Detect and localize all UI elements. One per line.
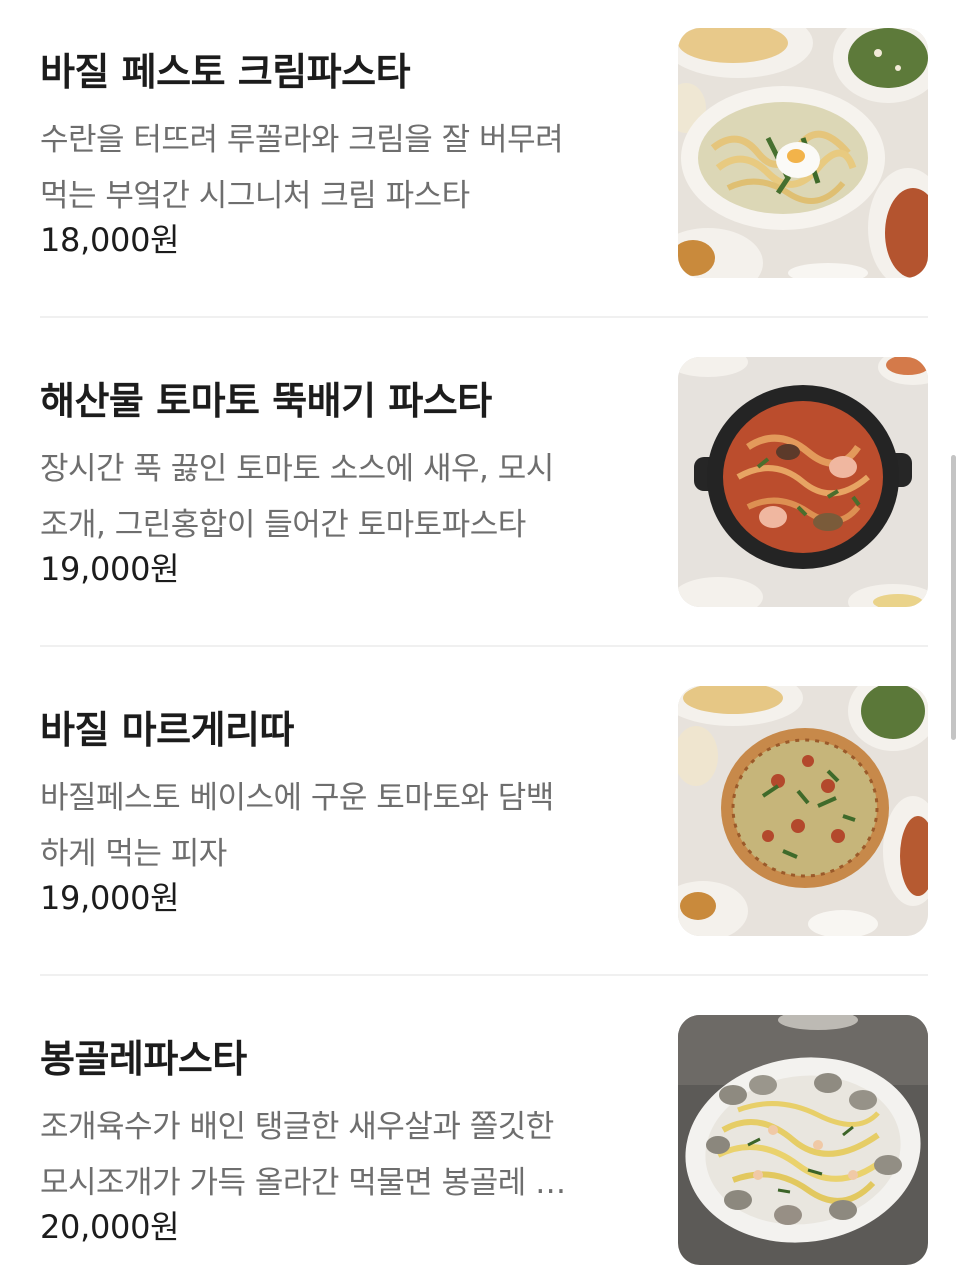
menu-item-image[interactable] [678,1015,928,1265]
menu-item-basil-margherita[interactable]: 바질 마르게리따 바질페스토 베이스에 구운 토마토와 담백 하게 먹는 피자 … [40,686,928,938]
basil-margherita-pizza-photo [678,686,928,936]
menu-item-image[interactable] [678,686,928,936]
menu-item-description-line: 조개육수가 배인 탱글한 새우살과 쫄깃한 [40,1109,554,1145]
menu-item-name: 바질 마르게리따 [40,708,294,752]
menu-item-image[interactable] [678,357,928,607]
menu-item-description-line: 조개, 그린홍합이 들어간 토마토파스타 [40,507,526,543]
divider [40,974,928,976]
vongole-pasta-photo [678,1015,928,1265]
menu-item-description-line: 바질페스토 베이스에 구운 토마토와 담백 [40,780,554,816]
menu-item-price: 18,000원 [40,221,180,259]
menu-item-vongole-pasta[interactable]: 봉골레파스타 조개육수가 배인 탱글한 새우살과 쫄깃한 모시조개가 가득 올라… [40,1015,928,1267]
menu-item-price: 20,000원 [40,1208,180,1246]
menu-item-description: 수란을 터뜨려 루꼴라와 크림을 잘 버무려 먹는 부엌간 시그니처 크림 파스… [40,112,660,224]
menu-item-basil-pesto-cream-pasta[interactable]: 바질 페스토 크림파스타 수란을 터뜨려 루꼴라와 크림을 잘 버무려 먹는 부… [40,28,928,280]
menu-item-name: 해산물 토마토 뚝배기 파스타 [40,379,492,423]
menu-item-price: 19,000원 [40,879,180,917]
menu-item-seafood-tomato-pasta[interactable]: 해산물 토마토 뚝배기 파스타 장시간 푹 끓인 토마토 소스에 새우, 모시 … [40,357,928,609]
menu-item-description-line: 수란을 터뜨려 루꼴라와 크림을 잘 버무려 [40,122,564,158]
menu-item-description-line: 장시간 푹 끓인 토마토 소스에 새우, 모시 [40,451,554,487]
menu-item-description-line: 하게 먹는 피자 [40,836,227,872]
menu-item-description: 조개육수가 배인 탱글한 새우살과 쫄깃한 모시조개가 가득 올라간 먹물면 봉… [40,1099,660,1211]
menu-item-image[interactable] [678,28,928,278]
seafood-tomato-pasta-photo [678,357,928,607]
menu-item-name: 봉골레파스타 [40,1037,247,1081]
divider [40,316,928,318]
basil-pesto-cream-pasta-photo [678,28,928,278]
menu-item-description: 장시간 푹 끓인 토마토 소스에 새우, 모시 조개, 그린홍합이 들어간 토마… [40,441,660,553]
scrollbar[interactable] [951,455,956,740]
menu-item-description: 바질페스토 베이스에 구운 토마토와 담백 하게 먹는 피자 [40,770,660,882]
menu-item-name: 바질 페스토 크림파스타 [40,50,411,94]
divider [40,645,928,647]
menu-item-description-line: 먹는 부엌간 시그니처 크림 파스타 [40,178,470,214]
menu-item-description-line: 모시조개가 가득 올라간 먹물면 봉골레 … [40,1165,566,1201]
menu-item-price: 19,000원 [40,550,180,588]
